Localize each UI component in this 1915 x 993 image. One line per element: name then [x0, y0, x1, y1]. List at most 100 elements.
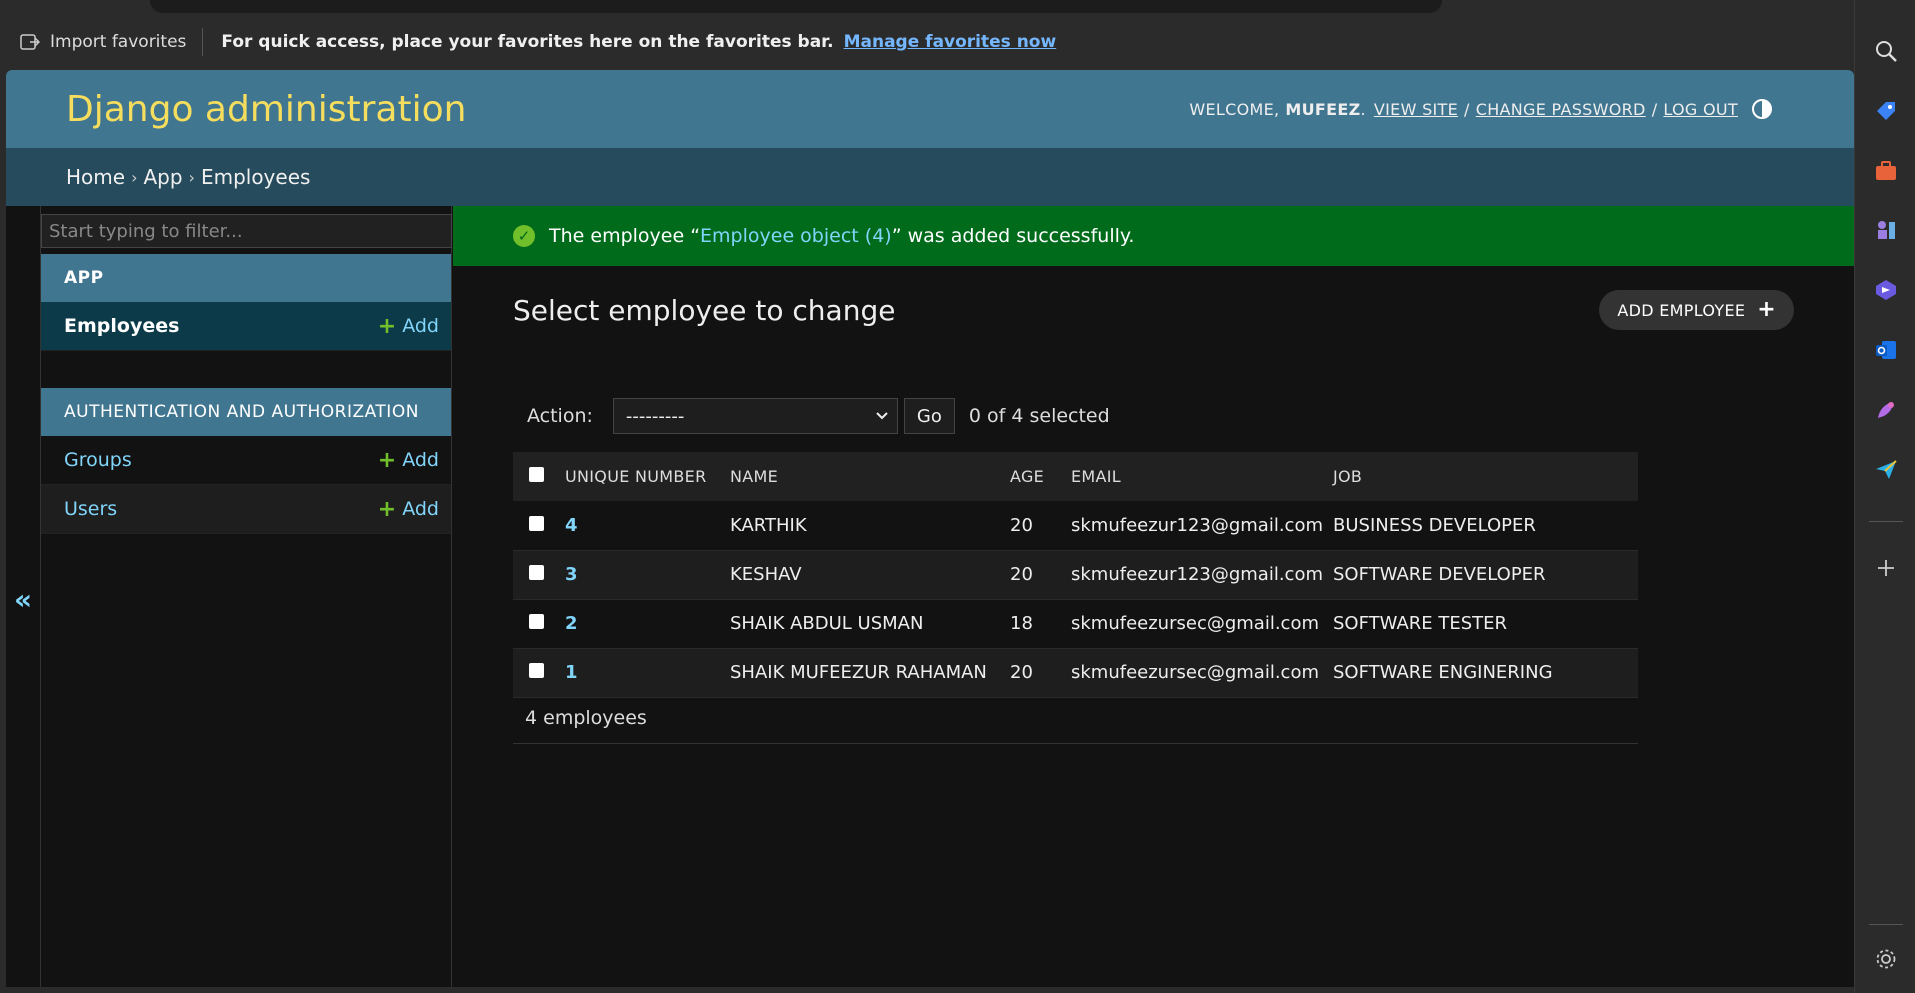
row-name: SHAIK MUFEEZUR RAHAMAN — [730, 662, 987, 683]
row-name: KESHAV — [730, 564, 802, 585]
row-name: KARTHIK — [730, 514, 807, 536]
row-checkbox[interactable] — [529, 515, 544, 531]
breadcrumb-home[interactable]: Home — [66, 165, 125, 189]
chevron-down-icon — [876, 412, 888, 420]
actions-bar: Action: --------- Go 0 of 4 selected — [513, 398, 1110, 434]
nav-filter-input[interactable]: Start typing to filter... — [41, 214, 452, 248]
main-area: Start typing to filter... APP Employees … — [6, 206, 1854, 987]
theme-toggle-icon[interactable] — [1752, 99, 1772, 119]
import-icon — [20, 34, 40, 50]
page-title: Select employee to change — [513, 293, 896, 327]
row-age: 20 — [1010, 662, 1033, 683]
favorites-bar: Import favorites For quick access, place… — [0, 14, 1855, 70]
row-checkbox[interactable] — [529, 565, 544, 580]
add-plus-icon: + — [377, 447, 397, 473]
edge-divider-bottom — [1869, 924, 1903, 925]
row-id-link[interactable]: 1 — [565, 648, 730, 697]
row-email: skmufeezursec@gmail.com — [1071, 662, 1319, 683]
toggle-nav-sidebar-button[interactable]: « — [14, 583, 32, 616]
row-id-link[interactable]: 3 — [565, 550, 730, 599]
result-list: UNIQUE NUMBER NAME AGE EMAIL JOB 4 KARTH… — [513, 452, 1638, 698]
add-plus-icon: + — [377, 496, 397, 522]
sidebar-groups-link[interactable]: Groups — [64, 449, 132, 471]
user-tools: WELCOME, MUFEEZ. VIEW SITE / CHANGE PASS… — [1189, 99, 1772, 119]
content-title-row: Select employee to change ADD EMPLOYEE + — [513, 290, 1794, 330]
action-label: Action: — [527, 405, 593, 427]
breadcrumb-separator: › — [188, 167, 195, 187]
briefcase-icon[interactable] — [1873, 158, 1899, 184]
favorites-message: For quick access, place your favorites h… — [221, 32, 834, 52]
row-checkbox[interactable] — [529, 614, 544, 629]
view-site-link[interactable]: VIEW SITE — [1374, 100, 1458, 119]
row-email: skmufeezursec@gmail.com — [1071, 613, 1319, 634]
paginator: 4 employees — [513, 692, 1638, 744]
log-out-link[interactable]: LOG OUT — [1663, 100, 1738, 119]
success-prefix: The employee “ — [549, 225, 701, 247]
outlook-icon[interactable] — [1873, 337, 1899, 363]
go-button[interactable]: Go — [903, 398, 955, 434]
add-plus-icon: + — [377, 313, 397, 339]
sidebar-users-link[interactable]: Users — [64, 498, 117, 520]
copilot-icon[interactable] — [1873, 277, 1899, 303]
breadcrumb-app[interactable]: App — [143, 165, 182, 189]
column-header-email[interactable]: EMAIL — [1071, 452, 1333, 501]
manage-favorites-link[interactable]: Manage favorites now — [844, 32, 1057, 52]
table-row: 4 KARTHIK 20 skmufeezur123@gmail.com BUS… — [513, 501, 1638, 550]
row-job: SOFTWARE TESTER — [1333, 613, 1508, 634]
sidebar-item-users: Users + Add — [41, 485, 451, 534]
success-suffix: ” was added successfully. — [891, 225, 1135, 247]
add-group-link[interactable]: + Add — [378, 448, 439, 473]
site-brand[interactable]: Django administration — [66, 89, 466, 130]
import-favorites-button[interactable]: Import favorites — [0, 28, 204, 56]
browser-top-strip — [0, 0, 1855, 14]
breadcrumb-separator: › — [131, 167, 138, 187]
table-header-row: UNIQUE NUMBER NAME AGE EMAIL JOB — [513, 452, 1638, 501]
row-id-link[interactable]: 2 — [565, 599, 730, 648]
success-object-link[interactable]: Employee object (4) — [700, 225, 892, 247]
send-icon[interactable] — [1873, 457, 1899, 483]
add-employee-link[interactable]: + Add — [378, 314, 439, 339]
row-name: SHAIK ABDUL USMAN — [730, 613, 924, 634]
row-age: 20 — [1010, 564, 1033, 585]
app-module-caption[interactable]: APP — [41, 254, 451, 302]
row-age: 20 — [1010, 514, 1033, 536]
import-favorites-label: Import favorites — [50, 32, 187, 52]
column-header-age[interactable]: AGE — [1010, 452, 1071, 501]
change-password-link[interactable]: CHANGE PASSWORD — [1476, 100, 1646, 119]
address-bar[interactable] — [150, 0, 1442, 13]
chess-icon[interactable] — [1873, 216, 1899, 242]
row-job: BUSINESS DEVELOPER — [1333, 514, 1536, 536]
row-email: skmufeezur123@gmail.com — [1071, 564, 1323, 585]
edge-divider — [1869, 521, 1903, 522]
welcome-text: WELCOME, — [1189, 99, 1280, 119]
user-tools-separator: / — [1464, 99, 1470, 119]
plus-icon[interactable] — [1873, 555, 1899, 581]
nav-sidebar: Start typing to filter... APP Employees … — [40, 206, 452, 987]
column-header-job[interactable]: JOB — [1333, 452, 1638, 501]
success-message: ✓ The employee “Employee object (4)” was… — [453, 206, 1854, 266]
row-id-link[interactable]: 4 — [565, 501, 730, 550]
designer-icon[interactable] — [1873, 397, 1899, 423]
browser-edge-sidebar — [1854, 0, 1915, 993]
sidebar-employees-link[interactable]: Employees — [64, 315, 179, 337]
tag-icon[interactable] — [1873, 98, 1899, 124]
row-job: SOFTWARE ENGINERING — [1333, 662, 1553, 683]
column-header-name[interactable]: NAME — [730, 452, 1010, 501]
table-row: 3 KESHAV 20 skmufeezur123@gmail.com SOFT… — [513, 550, 1638, 599]
row-checkbox[interactable] — [529, 663, 544, 678]
auth-module-caption[interactable]: AUTHENTICATION AND AUTHORIZATION — [41, 388, 451, 436]
table-row: 1 SHAIK MUFEEZUR RAHAMAN 20 skmufeezurse… — [513, 648, 1638, 697]
add-user-link[interactable]: + Add — [378, 497, 439, 522]
selected-count: 0 of 4 selected — [968, 405, 1110, 427]
table-row: 2 SHAIK ABDUL USMAN 18 skmufeezursec@gma… — [513, 599, 1638, 648]
breadcrumb-current: Employees — [200, 165, 311, 189]
search-icon[interactable] — [1873, 38, 1899, 64]
user-tools-separator: / — [1651, 99, 1658, 119]
column-header-unique-number[interactable]: UNIQUE NUMBER — [565, 452, 730, 501]
action-select[interactable]: --------- — [612, 398, 898, 434]
settings-icon[interactable] — [1873, 946, 1899, 972]
success-check-icon: ✓ — [513, 225, 535, 247]
row-email: skmufeezur123@gmail.com — [1071, 514, 1323, 536]
select-all-checkbox[interactable] — [529, 467, 544, 482]
add-employee-button[interactable]: ADD EMPLOYEE + — [1599, 290, 1794, 330]
